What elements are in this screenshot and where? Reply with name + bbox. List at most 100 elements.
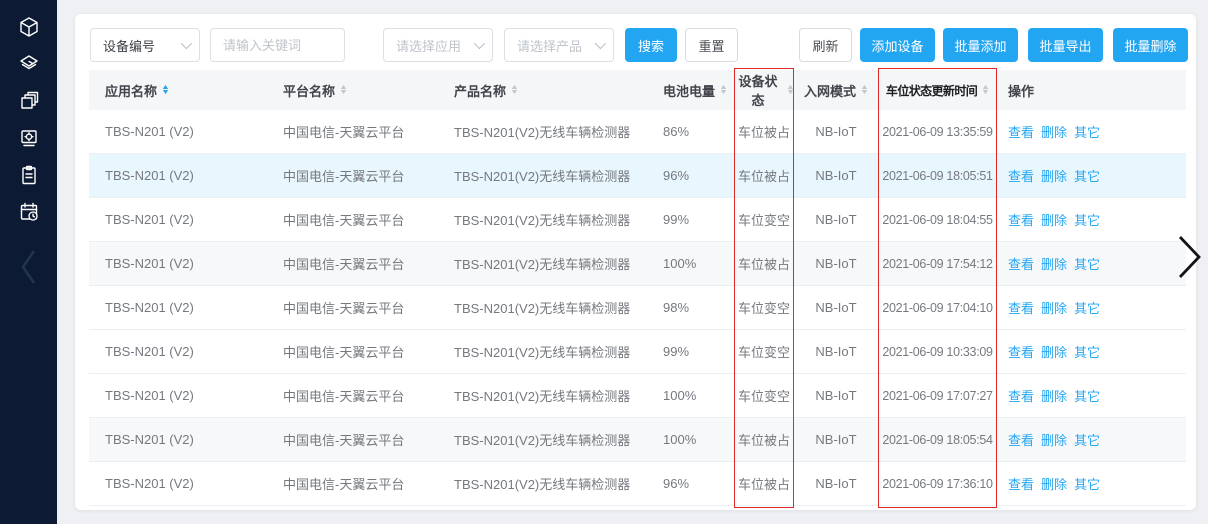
view-link[interactable]: 查看 (1008, 389, 1034, 404)
device-table: 应用名称▲▼平台名称▲▼产品名称▲▼电池电量▲▼设备状态▲▼入网模式▲▼车位状态… (89, 70, 1186, 506)
sort-caret-icon: ▲▼ (511, 85, 518, 96)
actions-cell: 查看删除其它 (997, 474, 1186, 493)
view-link[interactable]: 查看 (1008, 301, 1034, 316)
sort-caret-icon: ▲▼ (162, 85, 169, 96)
keyword-input[interactable] (210, 28, 345, 62)
actions-cell: 查看删除其它 (997, 342, 1186, 361)
refresh-button[interactable]: 刷新 (799, 28, 852, 62)
more-link[interactable]: 其它 (1074, 477, 1100, 492)
field-type-value: 设备编号 (103, 36, 155, 55)
next-arrow-button[interactable] (1177, 234, 1203, 285)
view-link[interactable]: 查看 (1008, 477, 1034, 492)
delete-link[interactable]: 删除 (1041, 389, 1067, 404)
sidebar-item-monitor-gear-icon[interactable] (17, 126, 41, 150)
reset-button[interactable]: 重置 (685, 28, 738, 62)
column-header-2[interactable]: 产品名称 ▲▼ (440, 81, 648, 100)
delete-link[interactable]: 删除 (1041, 257, 1067, 272)
view-link[interactable]: 查看 (1008, 213, 1034, 228)
view-link[interactable]: 查看 (1008, 125, 1034, 140)
column-header-5[interactable]: 入网模式▲▼ (794, 81, 878, 100)
search-button[interactable]: 搜索 (625, 28, 677, 62)
product-name-cell: TBS-N201(V2)无线车辆检测器 (440, 210, 648, 229)
device-status-cell: 车位被占 (734, 166, 794, 185)
app-name-cell: TBS-N201 (V2) (89, 124, 265, 139)
more-link[interactable]: 其它 (1074, 345, 1100, 360)
delete-link[interactable]: 删除 (1041, 433, 1067, 448)
network-mode-cell: NB-IoT (794, 432, 878, 447)
network-mode-cell: NB-IoT (794, 212, 878, 227)
view-link[interactable]: 查看 (1008, 433, 1034, 448)
column-header-4[interactable]: 设备状态 ▲▼ (734, 71, 794, 109)
more-link[interactable]: 其它 (1074, 389, 1100, 404)
field-type-select[interactable]: 设备编号 (90, 28, 200, 62)
product-select[interactable]: 请选择产品 (504, 28, 614, 62)
device-status-cell: 车位变空 (734, 386, 794, 405)
product-select-placeholder: 请选择产品 (517, 36, 582, 55)
app-name-cell: TBS-N201 (V2) (89, 168, 265, 183)
column-header-0[interactable]: 应用名称▲▼ (89, 81, 265, 100)
view-link[interactable]: 查看 (1008, 345, 1034, 360)
product-name-cell: TBS-N201(V2)无线车辆检测器 (440, 474, 648, 493)
chevron-down-icon (474, 38, 485, 49)
column-header-7: 操作 (997, 81, 1186, 100)
view-link[interactable]: 查看 (1008, 257, 1034, 272)
column-label: 产品名称 (454, 81, 506, 100)
table-row: TBS-N201 (V2)中国电信-天翼云平台TBS-N201(V2)无线车辆检… (89, 242, 1186, 286)
delete-link[interactable]: 删除 (1041, 169, 1067, 184)
network-mode-cell: NB-IoT (794, 388, 878, 403)
sidebar-item-copies-icon[interactable] (17, 89, 41, 113)
more-link[interactable]: 其它 (1074, 257, 1100, 272)
product-name-cell: TBS-N201(V2)无线车辆检测器 (440, 166, 648, 185)
battery-cell: 99% (648, 344, 734, 359)
table-row: TBS-N201 (V2)中国电信-天翼云平台TBS-N201(V2)无线车辆检… (89, 286, 1186, 330)
column-header-1[interactable]: 平台名称▲▼ (265, 81, 440, 100)
more-link[interactable]: 其它 (1074, 169, 1100, 184)
delete-link[interactable]: 删除 (1041, 213, 1067, 228)
batch-export-button[interactable]: 批量导出 (1028, 28, 1103, 62)
column-label: 电池电量 (663, 81, 715, 100)
updated-time-cell: 2021-06-09 18:05:51 (878, 169, 997, 183)
chevron-right-icon (1177, 234, 1203, 280)
product-name-cell: TBS-N201(V2)无线车辆检测器 (440, 254, 648, 273)
app-select[interactable]: 请选择应用 (383, 28, 493, 62)
sort-caret-icon: ▲▼ (340, 85, 347, 96)
updated-time-cell: 2021-06-09 17:04:10 (878, 301, 997, 315)
batch-add-button[interactable]: 批量添加 (943, 28, 1018, 62)
device-status-cell: 车位变空 (734, 298, 794, 317)
more-link[interactable]: 其它 (1074, 213, 1100, 228)
more-link[interactable]: 其它 (1074, 301, 1100, 316)
actions-cell: 查看删除其它 (997, 430, 1186, 449)
delete-link[interactable]: 删除 (1041, 345, 1067, 360)
more-link[interactable]: 其它 (1074, 433, 1100, 448)
batch-delete-button[interactable]: 批量删除 (1113, 28, 1188, 62)
app-name-cell: TBS-N201 (V2) (89, 300, 265, 315)
more-link[interactable]: 其它 (1074, 125, 1100, 140)
actions-cell: 查看删除其它 (997, 386, 1186, 405)
sidebar-item-layers-icon[interactable] (17, 52, 41, 76)
sort-caret-icon: ▲▼ (787, 85, 794, 96)
view-link[interactable]: 查看 (1008, 169, 1034, 184)
sidebar-item-cube-icon[interactable] (17, 15, 41, 39)
product-name-cell: TBS-N201(V2)无线车辆检测器 (440, 342, 648, 361)
table-body: TBS-N201 (V2)中国电信-天翼云平台TBS-N201(V2)无线车辆检… (89, 110, 1186, 506)
table-row: TBS-N201 (V2)中国电信-天翼云平台TBS-N201(V2)无线车辆检… (89, 374, 1186, 418)
product-name-cell: TBS-N201(V2)无线车辆检测器 (440, 122, 648, 141)
column-header-6[interactable]: 车位状态更新时间▲▼ (878, 82, 997, 99)
add-device-button[interactable]: 添加设备 (860, 28, 935, 62)
chevron-down-icon (181, 38, 192, 49)
app-name-cell: TBS-N201 (V2) (89, 476, 265, 491)
sidebar-collapse-button[interactable] (18, 247, 40, 292)
network-mode-cell: NB-IoT (794, 344, 878, 359)
delete-link[interactable]: 删除 (1041, 477, 1067, 492)
column-header-3[interactable]: 电池电量▲▼ (648, 81, 734, 100)
delete-link[interactable]: 删除 (1041, 301, 1067, 316)
network-mode-cell: NB-IoT (794, 476, 878, 491)
sidebar-item-clipboard-icon[interactable] (17, 163, 41, 187)
sidebar-item-calendar-clock-icon[interactable] (17, 200, 41, 224)
delete-link[interactable]: 删除 (1041, 125, 1067, 140)
platform-name-cell: 中国电信-天翼云平台 (265, 166, 440, 185)
device-status-cell: 车位被占 (734, 474, 794, 493)
updated-time-cell: 2021-06-09 13:35:59 (878, 125, 997, 139)
app-select-placeholder: 请选择应用 (396, 36, 461, 55)
column-label: 设备状态 (734, 71, 782, 109)
